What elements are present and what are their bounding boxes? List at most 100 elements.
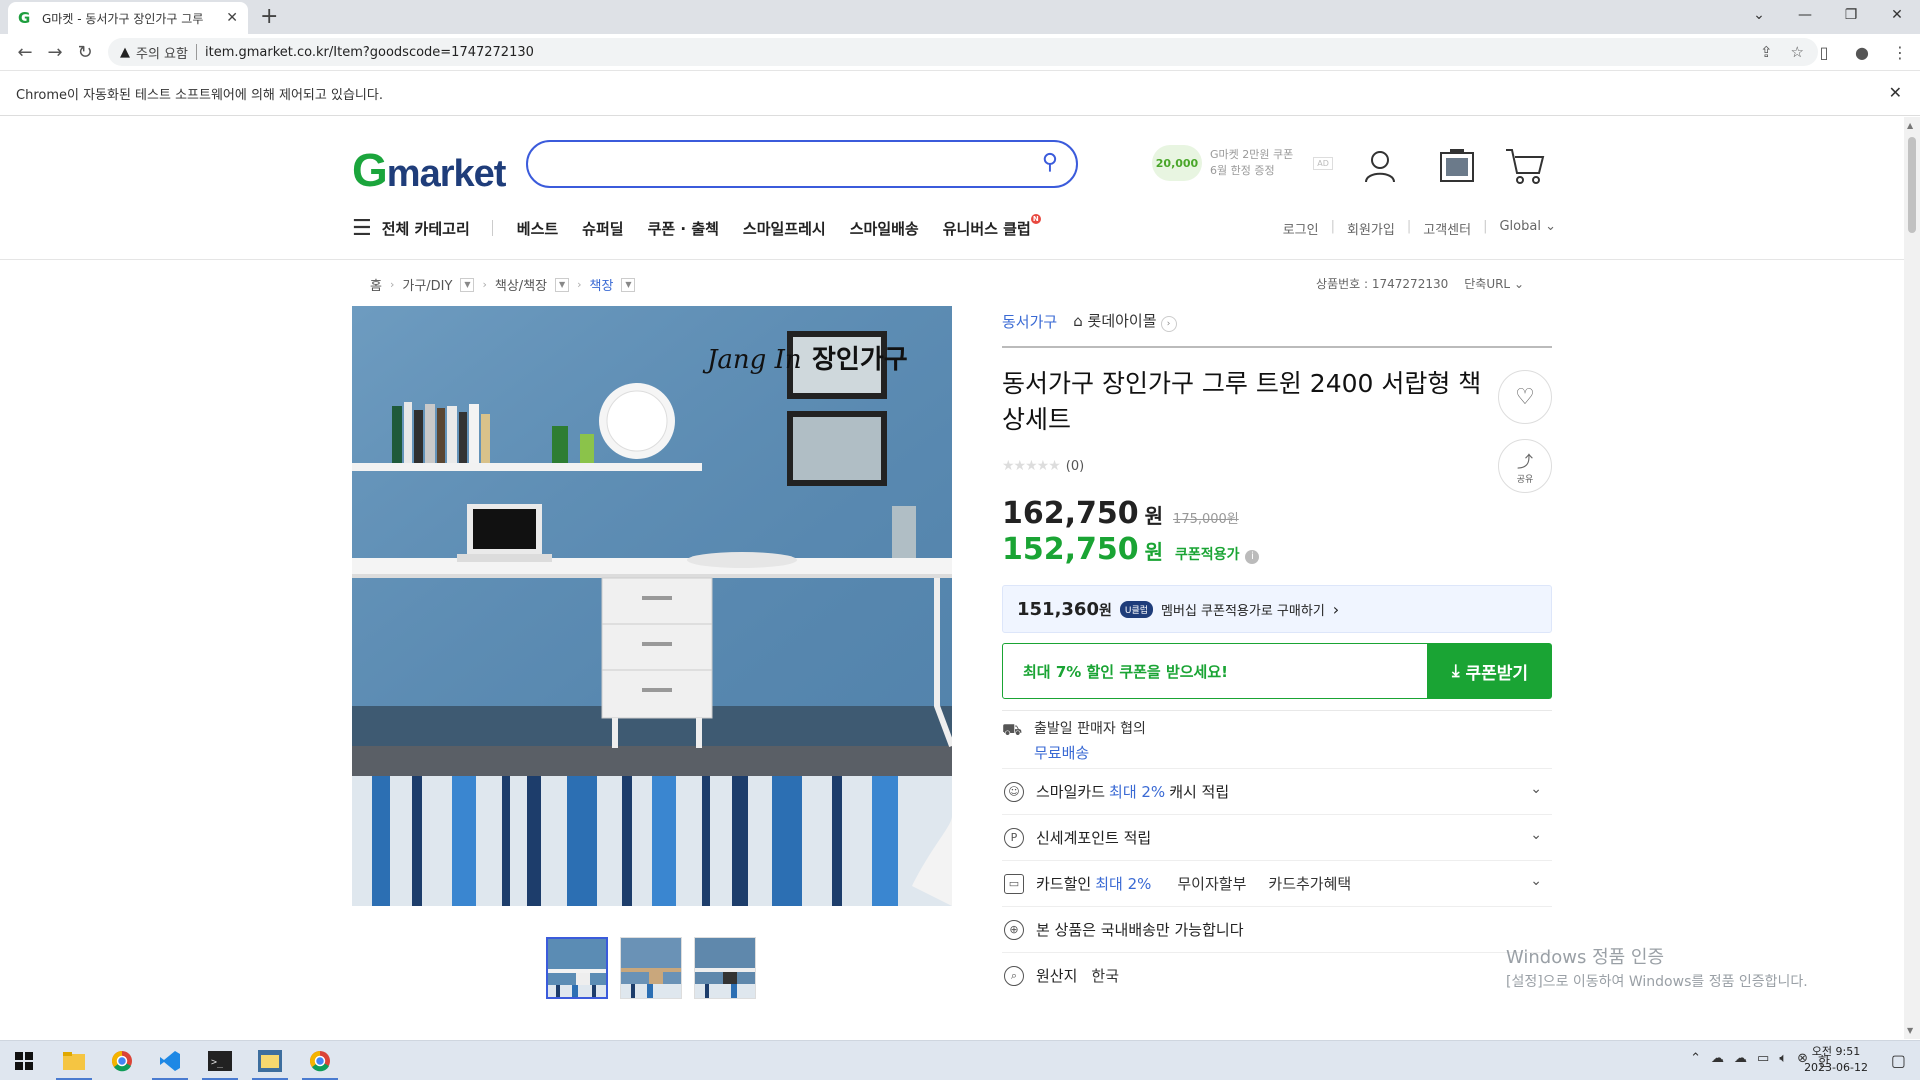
breadcrumb: 홈 › 가구/DIY ▼ › 책상/책장 ▼ › 책장 ▼	[370, 275, 636, 294]
installment-label: 무이자할부	[1177, 875, 1247, 893]
breadcrumb-level3[interactable]: 책장	[590, 275, 614, 294]
chevron-down-icon: ⌄	[1530, 781, 1542, 797]
benefit-highlight: 최대 2%	[1109, 783, 1166, 801]
toolbar-right: ▯ ● ⋮	[1812, 38, 1912, 66]
chrome-icon[interactable]	[98, 1041, 146, 1080]
clock-time: 오전 9:51	[1811, 1045, 1861, 1058]
thumbnail-1[interactable]	[546, 937, 608, 999]
customer-center-link[interactable]: 고객센터	[1423, 219, 1471, 238]
menu-kebab-icon[interactable]: ⋮	[1888, 38, 1912, 66]
breadcrumb-level1[interactable]: 가구/DIY	[402, 275, 452, 294]
seller-link[interactable]: 동서가구	[1002, 311, 1057, 332]
scroll-thumb[interactable]	[1908, 137, 1916, 233]
url-text[interactable]: item.gmarket.co.kr/Item?goodscode=174727…	[205, 45, 534, 60]
gmarket-logo[interactable]: Gmarket	[352, 143, 506, 197]
minimize-button[interactable]: —	[1782, 0, 1828, 30]
nav-smile-delivery[interactable]: 스마일배송	[850, 218, 919, 239]
forward-button[interactable]: →	[40, 37, 70, 67]
security-label[interactable]: 주의 요함	[136, 43, 188, 62]
promo-badge: 20,000	[1152, 145, 1202, 181]
bookmark-star-icon[interactable]: ☆	[1791, 43, 1804, 61]
new-tab-button[interactable]: +	[260, 6, 278, 28]
python-editor-icon[interactable]	[246, 1041, 294, 1080]
membership-price-box[interactable]: 151,360원 U클럽 멤버십 쿠폰적용가로 구매하기 ›	[1002, 585, 1552, 633]
search-input[interactable]: ⚲	[526, 140, 1078, 188]
tab-search-icon[interactable]: ⌄	[1736, 0, 1782, 30]
scroll-down-icon[interactable]: ▼	[1907, 1026, 1913, 1035]
shop-link[interactable]: ⌂ 롯데아이몰 ›	[1073, 310, 1177, 332]
window-controls: ⌄ — ❐ ✕	[1736, 0, 1920, 30]
share-button[interactable]: ⤴ 공유	[1498, 439, 1552, 493]
browser-tab[interactable]: G G마켓 - 동서가구 장인가구 그루 ✕	[8, 2, 248, 34]
benefit-card-discount[interactable]: ▭ 카드할인 최대 2% 무이자할부 카드추가혜택 ⌄	[1002, 860, 1552, 906]
get-coupon-button[interactable]: ⤓ 쿠폰받기	[1428, 643, 1552, 699]
dropdown-icon[interactable]: ▼	[460, 277, 475, 292]
svg-text:>_: >_	[211, 1057, 224, 1068]
restore-button[interactable]: ❐	[1828, 0, 1874, 30]
benefit-label: 스마일카드	[1036, 783, 1106, 801]
rating-row[interactable]: ★★★★★ (0)	[1002, 458, 1084, 474]
share-page-icon[interactable]: ⇪	[1760, 43, 1773, 61]
clock-date: 2023-06-12	[1804, 1061, 1868, 1074]
page-scrollbar[interactable]: ▲ ▼	[1904, 117, 1920, 1039]
coupon-price-label: 쿠폰적용가	[1175, 547, 1240, 563]
taskbar-clock[interactable]: 오전 9:51 2023-06-12	[1804, 1044, 1868, 1076]
dropdown-icon[interactable]: ▼	[621, 277, 636, 292]
thumbnail-2[interactable]	[620, 937, 682, 999]
all-categories-button[interactable]: 전체 카테고리	[382, 218, 470, 239]
free-shipping: 무료배송	[1034, 744, 1090, 762]
windows-start-icon[interactable]	[0, 1041, 48, 1080]
search-icon[interactable]: ⚲	[1042, 150, 1058, 175]
benefit-smilecard[interactable]: ☺ 스마일카드 최대 2% 캐시 적립 ⌄	[1002, 768, 1552, 814]
network-cloud-icon[interactable]: ☁	[1734, 1051, 1747, 1070]
notification-icon[interactable]: ▢	[1891, 1051, 1906, 1070]
nav-universe-club[interactable]: 유니버스 클럽 N	[943, 213, 1041, 239]
tray-expand-icon[interactable]: ⌃	[1690, 1051, 1701, 1070]
address-bar[interactable]: ▲ 주의 요함 item.gmarket.co.kr/Item?goodscod…	[108, 38, 1818, 66]
coupon-price-row: 152,750 원 쿠폰적용가 i	[1002, 532, 1260, 567]
scroll-up-icon[interactable]: ▲	[1907, 121, 1913, 130]
nav-superdeal[interactable]: 슈퍼딜	[582, 218, 623, 239]
breadcrumb-home[interactable]: 홈	[370, 275, 382, 294]
terminal-icon[interactable]: >_	[196, 1041, 244, 1080]
warning-icon[interactable]: ▲	[120, 45, 130, 60]
login-link[interactable]: 로그인	[1283, 219, 1319, 238]
signup-link[interactable]: 회원가입	[1347, 219, 1395, 238]
nav-smile-fresh[interactable]: 스마일프레시	[743, 218, 826, 239]
breadcrumb-level2[interactable]: 책상/책장	[495, 275, 547, 294]
thumbnail-3[interactable]	[694, 937, 756, 999]
recent-viewed-icon[interactable]	[1436, 145, 1478, 187]
hamburger-menu-icon[interactable]: ☰	[352, 216, 372, 241]
logo-g: G	[352, 144, 388, 196]
nav-coupon-checkin[interactable]: 쿠폰 · 출첵	[648, 218, 719, 239]
info-icon[interactable]: i	[1245, 550, 1260, 564]
benefit-shinsegae-point[interactable]: P 신세계포인트 적립 ⌄	[1002, 814, 1552, 860]
close-infobar-icon[interactable]: ✕	[1889, 83, 1902, 102]
network-icon[interactable]: ▭	[1757, 1051, 1769, 1070]
volume-icon[interactable]: 🔈︎	[1779, 1051, 1787, 1070]
close-window-button[interactable]: ✕	[1874, 0, 1920, 30]
nav-best[interactable]: 베스트	[517, 218, 558, 239]
chrome-active-icon[interactable]	[296, 1041, 344, 1080]
back-button[interactable]: ←	[10, 37, 40, 67]
close-tab-icon[interactable]: ✕	[226, 10, 238, 26]
chevron-down-icon: ⌄	[1530, 827, 1542, 843]
dropdown-icon[interactable]: ▼	[555, 277, 570, 292]
short-url-button[interactable]: 단축URL ⌄	[1464, 275, 1524, 292]
vscode-icon[interactable]	[146, 1041, 194, 1080]
sale-price: 162,750	[1002, 496, 1139, 531]
side-panel-icon[interactable]: ▯	[1812, 38, 1836, 66]
global-link[interactable]: Global ⌄	[1499, 219, 1556, 238]
favorite-heart-button[interactable]: ♡	[1498, 370, 1552, 424]
cart-icon[interactable]	[1504, 145, 1546, 187]
profile-icon[interactable]: ●	[1850, 38, 1874, 66]
my-page-user-icon[interactable]	[1359, 145, 1401, 187]
product-main-image[interactable]: Jang In 장인가구	[352, 306, 952, 906]
globe-icon: ⊕	[1004, 919, 1024, 940]
promo-banner[interactable]: 20,000 G마켓 2만원 쿠폰 6월 한정 증정 AD	[1152, 145, 1333, 181]
reload-button[interactable]: ↻	[70, 37, 100, 67]
goods-code-area: 상품번호 : 1747272130 단축URL ⌄	[1316, 275, 1524, 292]
cloud-icon[interactable]: ☁	[1711, 1051, 1724, 1070]
coupon-price-unit: 원	[1144, 540, 1164, 564]
file-explorer-icon[interactable]	[50, 1041, 98, 1080]
